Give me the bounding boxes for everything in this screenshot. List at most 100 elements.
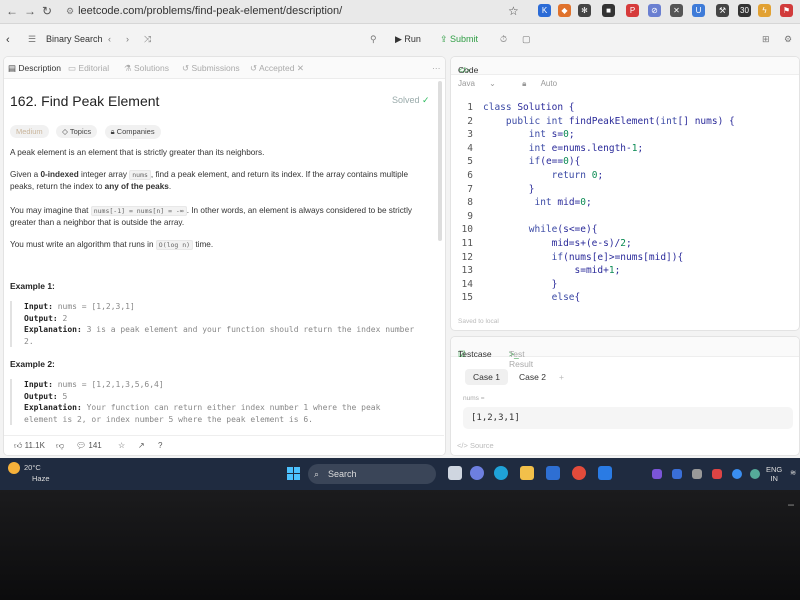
code-line[interactable]: 11 mid=s+(e-s)/2; <box>451 237 799 251</box>
like-button[interactable]: 👍︎ 11.1K <box>14 441 45 451</box>
tray-teams-icon[interactable] <box>672 469 682 479</box>
app-icon[interactable] <box>598 466 612 480</box>
extension-puzzle-icon[interactable]: ■ <box>602 4 615 17</box>
edge-icon[interactable] <box>494 466 508 480</box>
code-line[interactable]: 5 if(e==0){ <box>451 155 799 169</box>
add-case-icon[interactable]: + <box>551 369 572 385</box>
auto-mode[interactable]: 🔒︎ Auto <box>522 79 569 88</box>
more-options-icon[interactable]: ⋯ <box>432 63 441 74</box>
companies-tag[interactable]: 🔒︎ Companies <box>104 125 161 139</box>
problem-list-icon[interactable]: ☰ <box>28 34 36 45</box>
nums-input[interactable]: [1,2,3,1] <box>463 407 793 429</box>
tab-accepted[interactable]: ↺ Accepted ✕ <box>250 63 304 74</box>
extension-blue-icon[interactable]: U <box>692 4 705 17</box>
source-link[interactable]: </> Source <box>457 441 494 450</box>
code-text: else{ <box>551 292 581 304</box>
timer-icon[interactable]: ⏱ <box>500 34 507 45</box>
code-line[interactable]: 8 int mid=0; <box>451 196 799 210</box>
notes-icon[interactable]: ▢ <box>522 34 531 45</box>
site-info-icon[interactable]: ⚙ <box>66 6 74 16</box>
tray-app-icon[interactable] <box>652 469 662 479</box>
code-line[interactable]: 9 <box>451 210 799 224</box>
close-tab-icon[interactable]: ✕ <box>297 63 304 73</box>
shuffle-icon[interactable]: ⤨ <box>144 34 151 45</box>
tab-description[interactable]: ▤ Description <box>8 63 61 74</box>
extension-fox-icon[interactable]: ◆ <box>558 4 571 17</box>
prev-problem-icon[interactable]: ‹ <box>108 34 111 44</box>
debug-icon[interactable]: ⚲ <box>370 34 377 45</box>
extension-k-icon[interactable]: K <box>538 4 551 17</box>
windows-taskbar: 20°C Haze ⌕ Search ENG IN ≋ <box>0 458 800 490</box>
code-editor[interactable]: 1 class Solution {2 public int findPeakEl… <box>451 101 799 305</box>
code-line[interactable]: 10 while(s<=e){ <box>451 223 799 237</box>
code-line[interactable]: 3 int s=0; <box>451 128 799 142</box>
extension-lightning-icon[interactable]: ϟ <box>758 4 771 17</box>
star-icon[interactable]: ☆ <box>118 441 125 450</box>
extension-block-icon[interactable]: ⊘ <box>648 4 661 17</box>
extension-tools-icon[interactable]: ⚒ <box>716 4 729 17</box>
tab-editorial[interactable]: ▭ Editorial <box>68 63 109 74</box>
case-2-tab[interactable]: Case 2 <box>511 369 554 385</box>
wifi-icon[interactable]: ≋ <box>790 468 796 477</box>
back-icon[interactable]: ← <box>6 4 18 18</box>
teams-icon[interactable] <box>470 466 484 480</box>
problem-paragraph-4: You must write an algorithm that runs in… <box>10 240 214 250</box>
tray-red-icon[interactable] <box>712 469 722 479</box>
bookmark-star-icon[interactable]: ☆ <box>508 4 519 18</box>
code-line[interactable]: 2 public int findPeakElement(int[] nums)… <box>451 115 799 129</box>
book-icon: ▭ <box>68 63 79 73</box>
code-line[interactable]: 15 else{ <box>451 291 799 305</box>
chrome-icon[interactable] <box>572 466 586 480</box>
share-icon[interactable]: ↗ <box>138 441 145 450</box>
problem-list-link[interactable]: Binary Search <box>46 34 103 44</box>
settings-icon[interactable]: ⚙ <box>784 34 792 45</box>
extension-x-icon[interactable]: ✕ <box>670 4 683 17</box>
forward-icon[interactable]: → <box>24 4 36 18</box>
tray-antivirus-icon[interactable] <box>692 469 702 479</box>
code-line[interactable]: 1 class Solution { <box>451 101 799 115</box>
tab-submissions[interactable]: ↺ Submissions <box>182 63 240 74</box>
case-1-tab[interactable]: Case 1 <box>465 369 508 385</box>
next-problem-icon[interactable]: › <box>126 34 129 44</box>
dislike-icon[interactable]: 👎︎ <box>56 441 64 451</box>
line-number: 11 <box>461 237 473 249</box>
topics-tag[interactable]: ◇ Topics <box>56 125 98 138</box>
mail-icon[interactable] <box>546 466 560 480</box>
code-line[interactable]: 12 if(nums[e]>=nums[mid]){ <box>451 251 799 265</box>
code-line[interactable]: 7 } <box>451 183 799 197</box>
code-line[interactable]: 13 s=mid+1; <box>451 264 799 278</box>
code-text: } <box>483 278 558 290</box>
submit-button[interactable]: ⇪ Submit <box>440 34 478 45</box>
description-scrollbar[interactable] <box>438 81 442 241</box>
extension-gear-icon[interactable]: ✻ <box>578 4 591 17</box>
extension-red-icon[interactable]: P <box>626 4 639 17</box>
comments-button[interactable]: 💬︎ 141 <box>76 441 102 450</box>
tab-solutions[interactable]: ⚗ Solutions <box>124 63 169 74</box>
leetcode-logo-icon[interactable]: ‹ <box>6 34 10 46</box>
extension-flag-icon[interactable]: ⚑ <box>780 4 793 17</box>
bluetooth-icon[interactable] <box>732 469 742 479</box>
extension-counter-icon[interactable]: 30 <box>738 4 751 17</box>
windows-start-icon[interactable] <box>287 467 301 481</box>
task-view-icon[interactable] <box>448 466 462 480</box>
address-bar[interactable]: ⚙ leetcode.com/problems/find-peak-element… <box>66 3 466 20</box>
weather-widget[interactable]: 20°C Haze <box>8 462 50 484</box>
code-line[interactable]: 14 } <box>451 278 799 292</box>
reload-icon[interactable]: ↻ <box>42 4 52 18</box>
language-indicator[interactable]: ENG IN <box>766 465 782 483</box>
run-button[interactable]: ▶ Run <box>395 34 421 45</box>
taskbar-search[interactable]: ⌕ Search <box>308 464 436 484</box>
code-text: int mid=0; <box>534 197 592 209</box>
file-explorer-icon[interactable] <box>520 466 534 480</box>
code-line[interactable]: 4 int e=nums.length-1; <box>451 142 799 156</box>
line-number: 13 <box>461 265 473 277</box>
line-number: 4 <box>467 142 473 154</box>
upload-icon: ⇪ <box>440 34 451 44</box>
document-icon: ▤ <box>8 63 19 73</box>
tray-status-icon[interactable] <box>750 469 760 479</box>
language-select[interactable]: Java ⌄ <box>458 79 508 88</box>
code-brackets-icon: </> <box>457 441 470 450</box>
layout-icon[interactable]: ⊞ <box>762 34 770 45</box>
help-icon[interactable]: ? <box>158 441 162 450</box>
code-line[interactable]: 6 return 0; <box>451 169 799 183</box>
